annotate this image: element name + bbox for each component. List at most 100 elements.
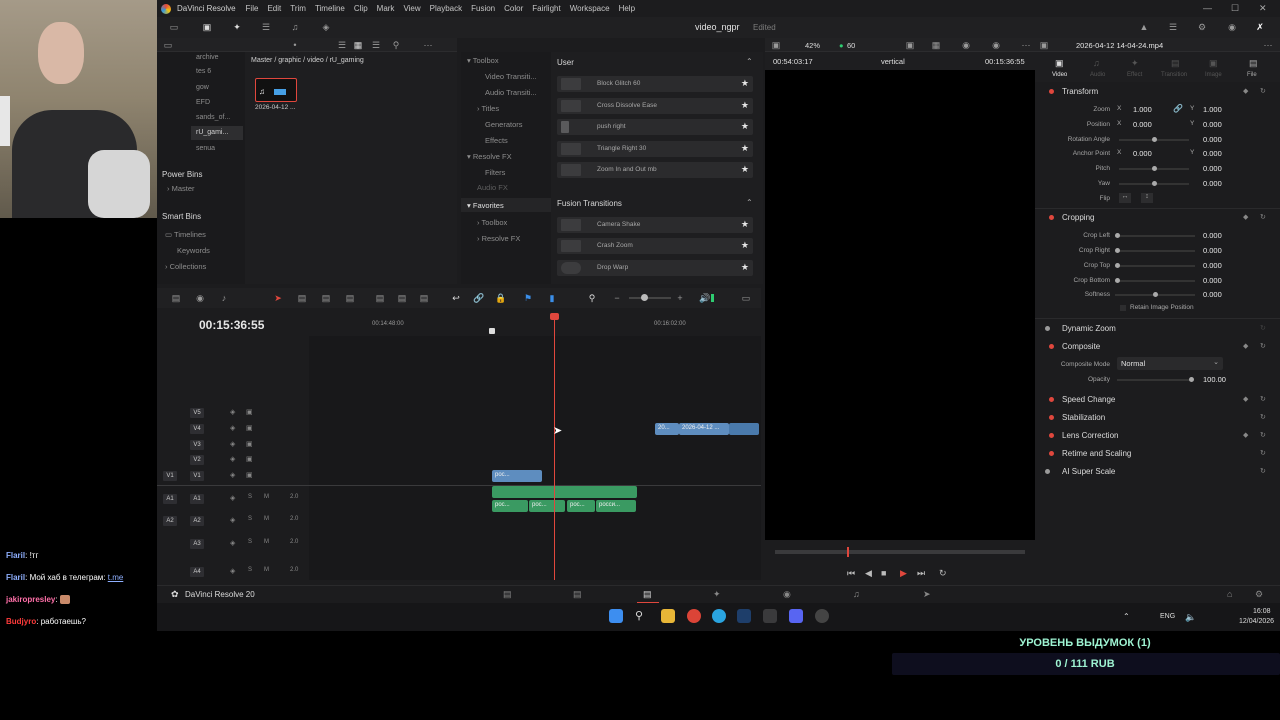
slider-knob[interactable] xyxy=(1115,278,1120,283)
collapse-fusion-icon[interactable]: ⌃ xyxy=(746,198,753,207)
mixer-icon[interactable]: ▲ xyxy=(1139,22,1149,32)
tab-transition[interactable]: Transition xyxy=(1161,72,1187,78)
yaw-value[interactable]: 0.000 xyxy=(1203,179,1222,188)
track-enable-icon[interactable]: ▣ xyxy=(246,440,255,449)
effects-tree-video-transitions[interactable]: Video Transiti... xyxy=(485,72,537,81)
position-x-value[interactable]: 0.000 xyxy=(1133,120,1152,129)
file-tab-icon[interactable]: ▤ xyxy=(1249,58,1258,69)
viewer-scrubber[interactable] xyxy=(775,550,1025,554)
timeline-clip-a1[interactable]: рос... xyxy=(529,500,565,512)
favorite-star-icon[interactable]: ★ xyxy=(741,121,749,132)
effects-tree-audio-transitions[interactable]: Audio Transiti... xyxy=(485,88,537,97)
insert-clip-icon[interactable]: ▤ xyxy=(375,293,385,303)
track-lock-icon[interactable]: ◈ xyxy=(230,516,239,525)
reset-icon[interactable]: ↻ xyxy=(1260,342,1266,350)
timeline-clip-v4[interactable]: 20... xyxy=(655,423,679,435)
timeline-clip-a1[interactable]: рос... xyxy=(492,500,528,512)
inspector-active-icon[interactable]: ✗ xyxy=(1255,22,1265,32)
crop-top-slider[interactable] xyxy=(1115,263,1195,268)
overwrite-clip-icon[interactable]: ▤ xyxy=(397,293,407,303)
favorites-resolve-fx[interactable]: › Resolve FX xyxy=(477,234,520,243)
fx-item[interactable]: Block Glitch 60 ★ xyxy=(557,76,753,92)
viewer-playhead[interactable] xyxy=(847,547,849,557)
tab-file[interactable]: File xyxy=(1247,72,1257,78)
effects-tree-titles[interactable]: › Titles xyxy=(477,104,499,113)
track-lock-icon[interactable]: ◈ xyxy=(230,424,239,433)
dynamic-zoom-title[interactable]: Dynamic Zoom xyxy=(1062,324,1116,333)
effects-tree-effects[interactable]: Effects xyxy=(485,136,508,145)
inspector-toggle-icon[interactable]: ◈ xyxy=(321,22,331,32)
reset-icon[interactable]: ↻ xyxy=(1260,213,1266,221)
audio-meter-icon[interactable]: ♪ xyxy=(219,293,229,303)
viewer-canvas[interactable] xyxy=(765,70,1035,540)
track-label[interactable]: V2 xyxy=(190,455,204,465)
track-label[interactable]: A4 xyxy=(190,567,204,577)
selection-tool-icon[interactable]: ➤ xyxy=(273,293,283,303)
tab-video[interactable]: Video xyxy=(1052,72,1067,78)
mute-button[interactable]: M xyxy=(264,516,273,525)
image-tab-icon[interactable]: ▣ xyxy=(1209,58,1218,69)
mute-button[interactable]: M xyxy=(264,567,273,576)
more-icon[interactable]: ⋯ xyxy=(1021,40,1031,50)
menu-file[interactable]: File xyxy=(246,4,259,13)
effects-tree-resolve-fx[interactable]: ▾ Resolve FX xyxy=(467,152,512,161)
track-label[interactable]: A1 xyxy=(190,494,204,504)
mute-button[interactable]: M xyxy=(264,494,273,503)
anchor-x-value[interactable]: 0.000 xyxy=(1133,149,1152,158)
keyframe-icon[interactable]: ◆ xyxy=(1243,395,1248,403)
crop-bottom-value[interactable]: 0.000 xyxy=(1203,276,1222,285)
dynamic-zoom-enable-dot[interactable] xyxy=(1045,326,1050,331)
composite-enable-dot[interactable] xyxy=(1049,344,1054,349)
clip-thumbnail[interactable]: ♫ xyxy=(255,78,297,102)
fx-item[interactable]: Cross Dissolve Ease ★ xyxy=(557,98,753,114)
composite-mode-select[interactable]: Normal ⌄ xyxy=(1117,357,1223,370)
bin-item[interactable]: archive xyxy=(196,54,219,61)
sort-icon[interactable]: ☰ xyxy=(371,40,381,50)
track-enable-icon[interactable]: ▣ xyxy=(246,424,255,433)
lens-correction-title[interactable]: Lens Correction xyxy=(1062,431,1118,440)
tab-audio[interactable]: Audio xyxy=(1090,72,1105,78)
menu-edit[interactable]: Edit xyxy=(267,4,281,13)
favorite-star-icon[interactable]: ★ xyxy=(741,240,749,251)
opacity-value[interactable]: 100.00 xyxy=(1203,375,1226,384)
deliver-page-icon[interactable]: ➤ xyxy=(923,589,931,600)
home-icon[interactable]: ⌂ xyxy=(1227,589,1232,599)
rotation-slider[interactable] xyxy=(1119,137,1189,142)
edit-index-icon[interactable]: ☰ xyxy=(261,22,271,32)
composite-title[interactable]: Composite xyxy=(1062,342,1100,351)
fx-item[interactable]: Camera Shake ★ xyxy=(557,217,753,233)
media-page-icon[interactable]: ▤ xyxy=(503,589,512,600)
menu-trim[interactable]: Trim xyxy=(290,4,306,13)
snapping-icon[interactable]: ↩ xyxy=(451,293,461,303)
solo-button[interactable]: S xyxy=(248,567,257,576)
track-enable-icon[interactable]: ▣ xyxy=(246,455,255,464)
effect-tab-icon[interactable]: ✦ xyxy=(1131,58,1139,69)
fullscreen-timeline-icon[interactable]: ▭ xyxy=(741,293,751,303)
loop-icon[interactable]: ↻ xyxy=(939,568,947,579)
color-icon[interactable]: ◉ xyxy=(961,40,971,50)
audio-waveform-a1-top[interactable] xyxy=(492,486,637,498)
menu-fusion[interactable]: Fusion xyxy=(471,4,495,13)
softness-value[interactable]: 0.000 xyxy=(1203,290,1222,299)
menu-clip[interactable]: Clip xyxy=(354,4,368,13)
menu-fairlight[interactable]: Fairlight xyxy=(532,4,560,13)
effects-tree-generators[interactable]: Generators xyxy=(485,120,523,129)
linked-selection-icon[interactable]: 🔗 xyxy=(473,293,484,303)
viewer-zoom[interactable]: 42% xyxy=(805,41,820,50)
zoom-y-value[interactable]: 1.000 xyxy=(1203,105,1222,114)
keyframe-icon[interactable]: ◆ xyxy=(1243,87,1248,95)
speed-change-title[interactable]: Speed Change xyxy=(1062,395,1115,404)
steam-icon[interactable] xyxy=(737,609,751,623)
crop-right-value[interactable]: 0.000 xyxy=(1203,246,1222,255)
timeline-zoom-slider[interactable] xyxy=(629,297,671,299)
color-page-icon[interactable]: ◉ xyxy=(783,589,791,600)
more-icon[interactable]: ⋯ xyxy=(1263,40,1273,50)
track-label[interactable]: V1 xyxy=(190,471,204,481)
timeline-options-icon[interactable]: ◉ xyxy=(195,293,205,303)
source-patch-v1[interactable]: V1 xyxy=(163,471,177,481)
bin-item[interactable]: senua xyxy=(196,145,215,152)
mute-button[interactable]: M xyxy=(264,539,273,548)
solo-button[interactable]: S xyxy=(248,494,257,503)
crop-left-slider[interactable] xyxy=(1115,233,1195,238)
menu-timeline[interactable]: Timeline xyxy=(315,4,345,13)
